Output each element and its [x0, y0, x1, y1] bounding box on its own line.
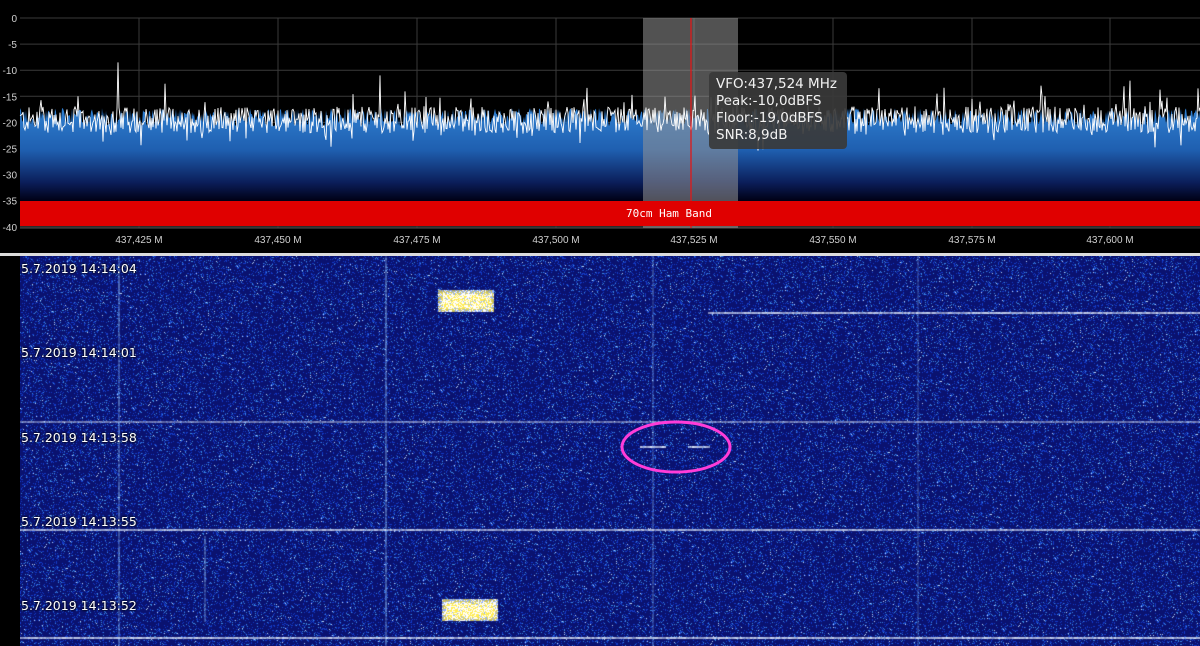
frequency-tick-label: 437,450 M	[254, 235, 301, 246]
frequency-tick-label: 437,500 M	[532, 235, 579, 246]
frequency-axis: 437,425 M 437,450 M 437,475 M 437,500 M 437,…	[115, 235, 1133, 246]
db-tick-label: -15	[3, 92, 18, 103]
db-tick-label: 0	[11, 14, 17, 25]
waterfall-timestamp: 5.7.2019 14:13:52	[21, 598, 137, 613]
frequency-tick-label: 437,550 M	[809, 235, 856, 246]
frequency-tick-label: 437,525 M	[670, 235, 717, 246]
db-tick-label: -40	[3, 223, 18, 234]
band-plan-bar[interactable]	[20, 201, 1200, 226]
waterfall-timestamp: 5.7.2019 14:14:01	[21, 345, 137, 360]
spectrum-plot[interactable]: 0 -5 -10 -15 -20 -25 -30 -35 -40 70cm Ham Band 4…	[0, 0, 1200, 253]
band-plan-label: 70cm Ham Band	[626, 207, 712, 220]
db-tick-label: -10	[3, 66, 18, 77]
db-tick-label: -25	[3, 145, 18, 156]
waterfall-timestamp: 5.7.2019 14:13:58	[21, 430, 137, 445]
waterfall-timestamp: 5.7.2019 14:14:04	[21, 261, 137, 276]
vfo-info-tooltip: VFO:437,524 MHz Peak:-10,0dBFS Floor:-19…	[709, 72, 847, 149]
db-tick-label: -20	[3, 118, 18, 129]
peak-readout: Peak:-10,0dBFS	[716, 93, 822, 109]
waterfall-panel[interactable]: 5.7.2019 14:14:04 5.7.2019 14:14:01 5.7.…	[0, 256, 1200, 646]
db-axis: 0 -5 -10 -15 -20 -25 -30 -35 -40	[3, 14, 18, 234]
spectrum-panel[interactable]: 0 -5 -10 -15 -20 -25 -30 -35 -40 70cm Ham Band 4…	[0, 0, 1200, 253]
frequency-tick-label: 437,575 M	[948, 235, 995, 246]
db-tick-label: -5	[8, 40, 17, 51]
db-tick-label: -35	[3, 197, 18, 208]
waterfall-overlay	[620, 420, 732, 474]
frequency-tick-label: 437,475 M	[393, 235, 440, 246]
signal-highlight-ellipse	[620, 420, 732, 474]
frequency-tick-label: 437,600 M	[1086, 235, 1133, 246]
vfo-readout: VFO:437,524 MHz	[716, 76, 837, 92]
floor-readout: Floor:-19,0dBFS	[716, 110, 823, 126]
snr-readout: SNR:8,9dB	[716, 127, 788, 143]
db-tick-label: -30	[3, 171, 18, 182]
frequency-tick-label: 437,425 M	[115, 235, 162, 246]
waterfall-timestamp: 5.7.2019 14:13:55	[21, 514, 137, 529]
